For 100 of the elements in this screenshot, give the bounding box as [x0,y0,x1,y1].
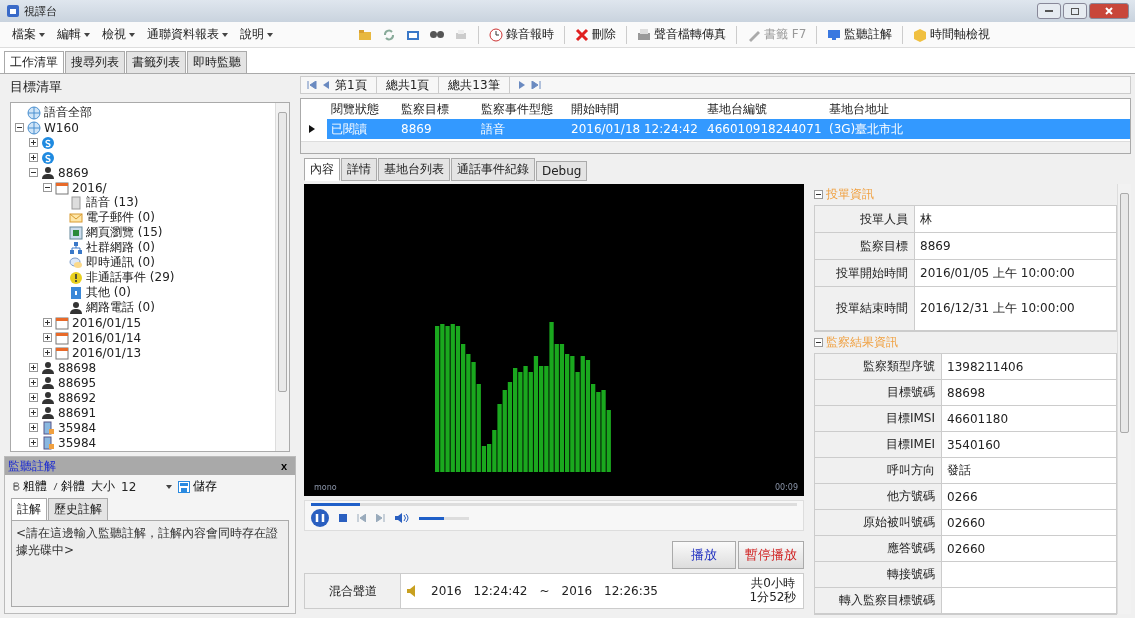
collapse-icon[interactable] [15,123,24,132]
collapse-icon[interactable] [814,190,823,199]
scrollbar[interactable] [301,141,1130,153]
tree-item[interactable]: 2016/ [72,180,107,195]
expand-icon[interactable] [29,363,38,372]
duration: 共0小時1分52秒 [749,577,797,605]
expand-icon[interactable] [29,393,38,402]
toolbar-button[interactable]: 錄音報時 [486,24,557,45]
caret-icon [166,484,173,489]
tree-item[interactable]: 88698 [58,360,97,375]
tab[interactable]: 書籤列表 [126,51,186,74]
person-icon [41,375,55,390]
play-button[interactable]: 播放 [672,541,736,569]
tree-item[interactable]: 語音 (13) [86,194,139,211]
tree-item[interactable]: 非通話事件 (29) [86,269,175,286]
tree-item[interactable]: 社群網路 (0) [86,239,155,256]
tree-item[interactable]: 即時通訊 (0) [86,254,155,271]
scrollbar[interactable] [275,103,289,451]
tree-item[interactable]: 電子郵件 (0) [86,209,155,226]
previous-icon[interactable] [323,81,329,89]
volume-slider[interactable] [419,516,469,520]
tree-item[interactable]: 35984 [58,420,97,435]
panel-title: 監聽註解 [8,457,56,475]
tree-item[interactable]: 2016/01/14 [72,330,142,345]
expand-icon[interactable] [29,408,38,417]
person-icon [69,300,83,315]
maximize-button[interactable] [1063,3,1087,19]
tree-item[interactable]: W160 [44,120,79,135]
tree-item[interactable]: 網路電話 (0) [86,299,155,316]
tab[interactable]: 工作清單 [4,51,64,74]
collapse-icon[interactable] [43,183,52,192]
tree-item[interactable]: 2016/01/15 [72,315,142,330]
menu-item[interactable]: 檔案 [8,26,49,43]
expand-icon[interactable] [43,318,52,327]
expand-icon[interactable] [29,438,38,447]
menu-item[interactable]: 通聯資料報表 [143,26,232,43]
tree-item[interactable]: 2016/01/13 [72,345,142,360]
tab[interactable]: 內容 [304,158,340,181]
menu-item[interactable]: 說明 [236,26,277,43]
expand-icon[interactable] [43,348,52,357]
field-value: 發話 [947,462,971,479]
refresh-icon [382,27,396,42]
toolbar-button[interactable] [427,29,447,40]
toolbar-button[interactable]: 刪除 [572,24,619,45]
tree-item[interactable]: 35984 [58,435,97,450]
person-icon [41,405,55,420]
annotation-field[interactable]: <請在這邊輸入監聽註解，註解內容會同時存在證據光碟中> [11,520,289,607]
phone-icon [41,435,55,450]
pause-button[interactable]: 暫停播放 [738,541,804,569]
s-logo-icon [41,150,55,165]
menu-item[interactable]: 編輯 [53,26,94,43]
tree-item[interactable]: 8869 [58,165,89,180]
person-icon [41,390,55,405]
clock-icon [489,27,503,42]
expand-icon[interactable] [29,378,38,387]
start-date: 2016 [431,584,462,598]
tree-item[interactable]: 88692 [58,390,97,405]
tree-item[interactable]: 其他 (0) [86,284,131,301]
expand-icon[interactable] [29,153,38,162]
tab[interactable]: 通話事件紀錄 [451,158,535,181]
toolbar-button[interactable]: 監聽註解 [824,24,896,45]
tree-item[interactable]: 語音全部 [44,104,92,121]
caret-icon [222,32,228,37]
expand-icon[interactable] [43,333,52,342]
toolbar-button[interactable]: 時間軸檢視 [910,24,994,45]
tab[interactable]: 即時監聽 [187,51,247,74]
field-value: 3540160 [947,437,1001,452]
tree-item[interactable]: 網頁瀏覽 (15) [86,224,163,241]
table-cell: 2016/01/18 12:24:42 [567,119,703,139]
tab[interactable]: 歷史註解 [48,498,108,521]
next-icon[interactable] [518,81,525,89]
tab[interactable]: 搜尋列表 [65,51,125,74]
panel-title: 目標清單 [9,78,63,96]
pause-button[interactable] [311,509,329,527]
calendar-icon [55,180,69,195]
bold-button[interactable]: 粗體 [13,478,47,495]
first-page-icon[interactable] [307,81,317,89]
tree-item[interactable]: 88691 [58,405,97,420]
field-value: 0266 [947,489,978,504]
tab[interactable]: Debug [536,161,588,181]
tab[interactable]: 註解 [11,498,47,521]
close-icon [1105,7,1113,15]
collapse-icon[interactable] [814,338,823,347]
minimize-button[interactable] [1037,3,1061,19]
italic-button[interactable]: 斜體 [53,478,85,495]
last-page-icon[interactable] [530,81,541,89]
expand-icon[interactable] [29,138,38,147]
tab[interactable]: 詳情 [341,158,377,181]
collapse-icon[interactable] [29,168,38,177]
page-count: 總共1頁 [385,76,430,94]
size-dropdown[interactable]: 12 [121,479,173,494]
volume-icon[interactable] [395,513,409,523]
menu-item[interactable]: 檢視 [98,26,139,43]
tree-item[interactable]: 88695 [58,375,97,390]
close-button[interactable]: x [280,460,287,472]
toolbar-button[interactable]: 聲音檔轉傳真 [634,24,729,45]
expand-icon[interactable] [29,423,38,432]
save-button[interactable]: 儲存 [178,478,218,495]
close-button[interactable] [1089,3,1129,19]
tab[interactable]: 基地台列表 [378,158,450,181]
